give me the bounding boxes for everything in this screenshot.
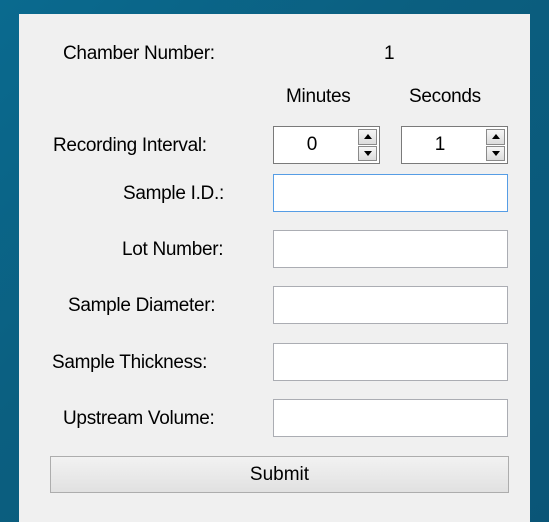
arrow-down-icon <box>491 150 500 156</box>
seconds-spin-buttons <box>486 129 505 161</box>
seconds-spinner[interactable]: 1 <box>401 126 508 164</box>
minutes-up-button[interactable] <box>358 129 377 145</box>
minutes-header: Minutes <box>286 86 351 107</box>
sample-thickness-input[interactable] <box>273 343 508 381</box>
submit-button[interactable]: Submit <box>50 456 509 493</box>
chamber-number-value: 1 <box>384 43 395 64</box>
upstream-volume-label: Upstream Volume: <box>63 408 215 429</box>
lot-number-input[interactable] <box>273 230 508 268</box>
chamber-number-label: Chamber Number: <box>63 43 215 64</box>
sample-id-input[interactable] <box>273 174 508 212</box>
recording-interval-label: Recording Interval: <box>53 135 207 156</box>
arrow-up-icon <box>491 134 500 140</box>
minutes-down-button[interactable] <box>358 145 377 161</box>
sample-diameter-input[interactable] <box>273 286 508 324</box>
minutes-spin-buttons <box>358 129 377 161</box>
sample-id-label: Sample I.D.: <box>123 183 224 204</box>
sample-diameter-label: Sample Diameter: <box>68 295 216 316</box>
minutes-spinner[interactable]: 0 <box>273 126 380 164</box>
upstream-volume-input[interactable] <box>273 399 508 437</box>
arrow-up-icon <box>363 134 372 140</box>
lot-number-label: Lot Number: <box>122 239 224 260</box>
seconds-up-button[interactable] <box>486 129 505 145</box>
minutes-value[interactable]: 0 <box>274 127 350 163</box>
chamber-form-panel: Chamber Number: 1 Minutes Seconds Record… <box>19 14 530 522</box>
sample-thickness-label: Sample Thickness: <box>52 352 208 373</box>
seconds-header: Seconds <box>409 86 481 107</box>
seconds-value[interactable]: 1 <box>402 127 478 163</box>
arrow-down-icon <box>363 150 372 156</box>
seconds-down-button[interactable] <box>486 145 505 161</box>
